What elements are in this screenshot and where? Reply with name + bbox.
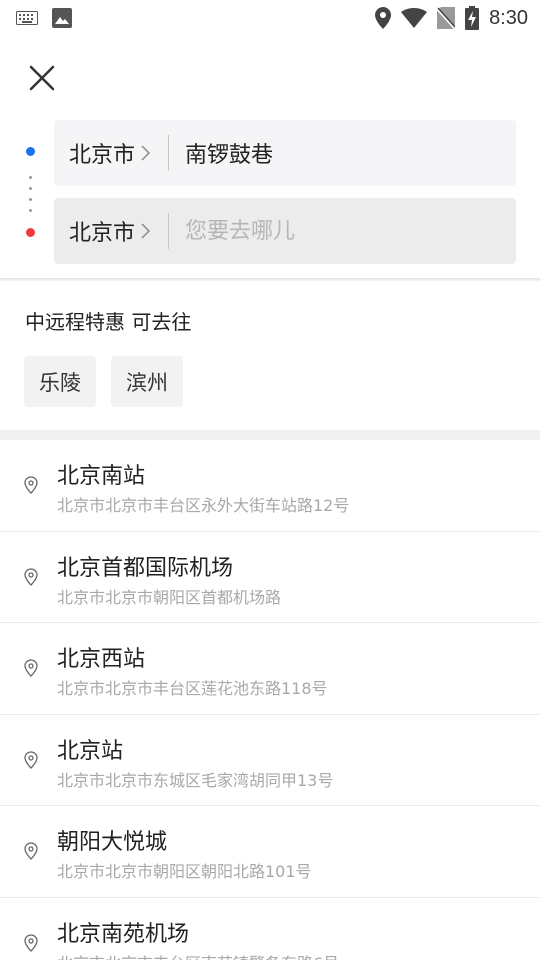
list-item[interactable]: 朝阳大悦城 北京市北京市朝阳区朝阳北路101号 <box>0 806 540 898</box>
header-shadow <box>0 278 540 281</box>
keyboard-icon <box>16 11 38 25</box>
battery-charging-icon <box>465 6 480 30</box>
start-address[interactable]: 南锣鼓巷 <box>169 137 516 169</box>
no-sim-icon <box>437 7 456 29</box>
item-address: 北京市北京市丰台区永外大街车站路12号 <box>57 496 350 515</box>
list-item[interactable]: 北京南苑机场 北京市北京市丰台区南苑镇警备东路6号 <box>0 898 540 960</box>
list-item[interactable]: 北京南站 北京市北京市丰台区永外大街车站路12号 <box>0 440 540 532</box>
close-icon <box>29 65 55 91</box>
item-address: 北京市北京市朝阳区首都机场路 <box>57 587 282 607</box>
start-city-label: 北京市 <box>69 143 136 168</box>
promo-chips: 乐陵 滨州 <box>24 356 183 407</box>
location-pin-icon <box>24 567 38 586</box>
chevron-right-icon <box>141 223 151 239</box>
list-item[interactable]: 北京西站 北京市北京市丰台区莲花池东路118号 <box>0 623 540 715</box>
item-name: 北京站 <box>57 738 124 764</box>
location-pin-icon <box>24 750 38 769</box>
item-name: 北京南站 <box>57 464 146 489</box>
location-pin-icon <box>24 476 38 494</box>
destination-input[interactable] <box>169 198 516 264</box>
start-location-field: 北京市 南锣鼓巷 <box>54 120 516 186</box>
status-bar: 8:30 <box>0 0 540 36</box>
item-address: 北京市北京市丰台区莲花池东路118号 <box>57 679 328 698</box>
suggestion-list: 北京南站 北京市北京市丰台区永外大街车站路12号 北京首都国际机场 北京市北京市… <box>0 440 540 960</box>
location-pin-icon <box>24 842 38 860</box>
item-address: 北京市北京市朝阳区朝阳北路101号 <box>57 862 312 881</box>
chevron-right-icon <box>141 145 151 161</box>
status-left <box>16 8 72 28</box>
item-name: 北京西站 <box>57 647 146 672</box>
item-name: 北京首都国际机场 <box>57 555 234 581</box>
status-right: 8:30 <box>375 6 528 30</box>
end-location-field: 北京市 <box>54 198 516 264</box>
item-name: 朝阳大悦城 <box>57 830 168 855</box>
route-connector <box>29 176 32 212</box>
promo-title: 中远程特惠 可去往 <box>25 310 192 334</box>
destination-chip[interactable]: 乐陵 <box>24 356 96 407</box>
item-address: 北京市北京市东城区毛家湾胡同甲13号 <box>57 770 334 790</box>
start-point-dot <box>26 147 35 156</box>
destination-chip[interactable]: 滨州 <box>111 356 183 407</box>
item-name: 北京南苑机场 <box>57 921 190 947</box>
close-button[interactable] <box>26 62 58 94</box>
section-divider <box>0 430 540 440</box>
location-pin-icon <box>24 659 38 677</box>
wifi-icon <box>401 8 428 28</box>
list-item[interactable]: 北京站 北京市北京市东城区毛家湾胡同甲13号 <box>0 715 540 806</box>
end-point-dot <box>26 228 35 237</box>
location-pin-icon <box>24 933 38 952</box>
start-city-selector[interactable]: 北京市 <box>54 120 168 186</box>
location-icon <box>375 7 392 29</box>
item-address: 北京市北京市丰台区南苑镇警备东路6号 <box>57 950 339 960</box>
end-city-selector[interactable]: 北京市 <box>54 198 168 264</box>
status-time: 8:30 <box>489 6 528 29</box>
list-item[interactable]: 北京首都国际机场 北京市北京市朝阳区首都机场路 <box>0 532 540 623</box>
image-icon <box>52 8 72 28</box>
end-city-label: 北京市 <box>69 221 136 246</box>
